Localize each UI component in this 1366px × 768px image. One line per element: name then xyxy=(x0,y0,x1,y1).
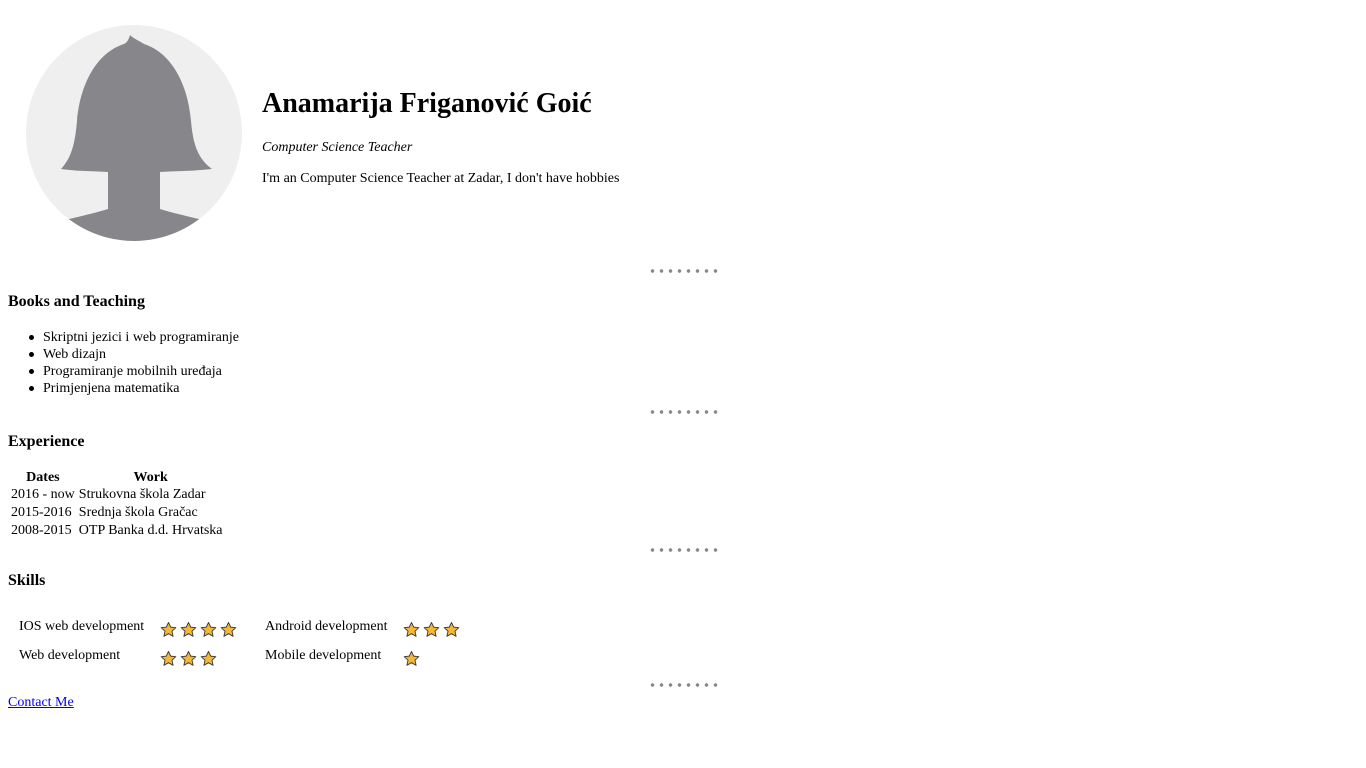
profile-bio: I'm an Computer Science Teacher at Zadar… xyxy=(262,171,620,186)
star-icon xyxy=(160,650,177,666)
table-header-row: Dates Work xyxy=(10,471,224,485)
experience-dates: 2016 - now xyxy=(11,487,75,502)
star-icon xyxy=(220,621,237,637)
star-icon xyxy=(180,650,197,666)
profile-name: Anamarija Friganović Goić xyxy=(262,88,592,119)
profile-role: Computer Science Teacher xyxy=(262,140,413,155)
experience-section-title: Experience xyxy=(8,433,85,450)
star-icon xyxy=(443,621,460,637)
skill-rating xyxy=(160,650,217,667)
skill-rating xyxy=(403,621,460,638)
skill-label: Web development xyxy=(19,648,121,663)
list-item: Primjenjena matematika xyxy=(29,380,239,397)
star-icon xyxy=(200,650,217,666)
experience-dates: 2008-2015 xyxy=(11,523,72,538)
experience-table: Dates Work 2016 - now Strukovna škola Za… xyxy=(8,469,226,541)
star-icon xyxy=(180,621,197,637)
star-icon xyxy=(403,650,420,666)
section-divider xyxy=(648,683,720,687)
skill-label: IOS web development xyxy=(19,619,145,634)
books-list: Skriptni jezici i web programiranje Web … xyxy=(29,329,239,397)
section-divider xyxy=(648,548,720,552)
section-divider xyxy=(648,410,720,414)
list-item: Programiranje mobilnih uređaja xyxy=(29,363,239,380)
star-icon xyxy=(423,621,440,637)
skill-rating xyxy=(160,621,237,638)
experience-work: OTP Banka d.d. Hrvatska xyxy=(78,523,223,538)
skills-section-title: Skills xyxy=(8,572,46,589)
female-user-placeholder-icon xyxy=(26,25,242,241)
skill-label: Mobile development xyxy=(265,648,382,663)
books-section-title: Books and Teaching xyxy=(8,293,145,310)
table-row: 2008-2015 OTP Banka d.d. Hrvatska xyxy=(10,523,224,539)
avatar xyxy=(26,25,242,241)
skill-label: Android development xyxy=(265,619,388,634)
list-item: Web dizajn xyxy=(29,346,239,363)
column-header-dates: Dates xyxy=(26,470,60,485)
star-icon xyxy=(200,621,217,637)
experience-work: Srednja škola Gračac xyxy=(78,505,198,520)
table-row: 2016 - now Strukovna škola Zadar xyxy=(10,487,224,503)
skill-rating xyxy=(403,650,420,667)
contact-me-link[interactable]: Contact Me xyxy=(8,695,74,711)
star-icon xyxy=(160,621,177,637)
star-icon xyxy=(403,621,420,637)
section-divider xyxy=(648,269,720,273)
experience-dates: 2015-2016 xyxy=(11,505,72,520)
table-row: 2015-2016 Srednja škola Gračac xyxy=(10,505,224,521)
column-header-work: Work xyxy=(133,470,168,485)
experience-work: Strukovna škola Zadar xyxy=(78,487,206,502)
list-item: Skriptni jezici i web programiranje xyxy=(29,330,239,345)
